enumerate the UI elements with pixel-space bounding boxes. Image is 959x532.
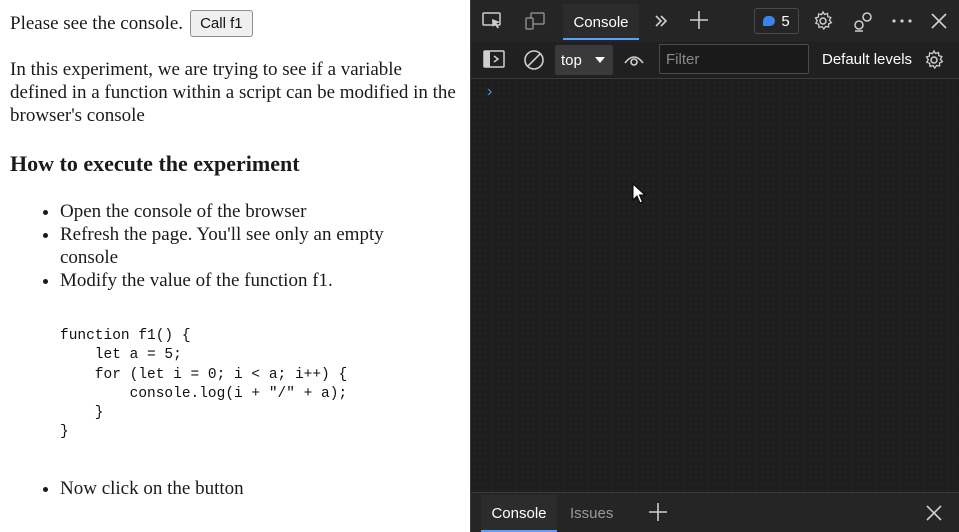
list-item: Modify the value of the function f1. [60,269,420,292]
toggle-sidebar-icon[interactable] [483,49,505,74]
context-select[interactable]: top [555,45,613,75]
console-filter-bar: top Default levels [471,42,959,79]
more-tabs-icon[interactable] [651,10,671,32]
new-tab-icon[interactable] [688,9,710,31]
console-output-area[interactable]: › [471,79,959,492]
web-page: Please see the console. Call f1 In this … [0,0,470,532]
tab-console-label: Console [573,13,629,31]
device-emulation-icon[interactable] [523,10,547,32]
drawer-tab-console[interactable]: Console [481,495,557,532]
more-options-icon[interactable] [890,10,914,32]
issues-badge[interactable]: 5 [754,8,799,34]
list-item: Open the console of the browser [60,200,420,223]
drawer-tab-issues[interactable]: Issues [570,505,613,522]
section-heading: How to execute the experiment [10,151,300,176]
devtools-toolbar: Console 5 [471,0,959,42]
code-block: function f1() { let a = 5; for (let i = … [60,328,348,441]
inspect-element-icon[interactable] [481,10,505,32]
intro-line: Please see the console. Call f1 [10,10,253,37]
drawer-toolbar: Console Issues [471,492,959,532]
default-levels-dropdown[interactable]: Default levels [822,51,912,68]
intro-text: Please see the console. [10,13,184,34]
filter-input[interactable] [659,44,809,74]
tab-console[interactable]: Console [563,4,639,40]
call-f1-button[interactable]: Call f1 [190,10,253,37]
settings-gear-icon[interactable] [812,10,834,32]
clear-console-icon[interactable] [523,49,545,76]
mouse-pointer-icon [632,182,647,210]
customize-icon[interactable] [852,10,876,32]
chevron-down-icon [595,57,605,63]
issues-bubble-icon [763,16,776,26]
list-item: Refresh the page. You'll see only an emp… [60,223,420,269]
list-item: Now click on the button [60,477,244,500]
description-text: In this experiment, we are trying to see… [10,59,456,126]
drawer-add-icon[interactable] [648,502,668,527]
live-expression-eye-icon[interactable] [623,51,645,74]
devtools-panel: Console 5 top Filter Default levels › Co… [470,0,959,532]
close-icon[interactable] [928,10,950,32]
drawer-close-icon[interactable] [926,505,942,526]
drawer-tab-console-label: Console [491,505,547,522]
console-prompt-icon: › [487,83,493,100]
steps-list: Open the console of the browser Refresh … [0,200,420,292]
console-settings-icon[interactable] [923,49,945,76]
final-step-list: Now click on the button [0,477,244,500]
issues-count: 5 [781,12,790,30]
context-select-value: top [561,51,582,69]
